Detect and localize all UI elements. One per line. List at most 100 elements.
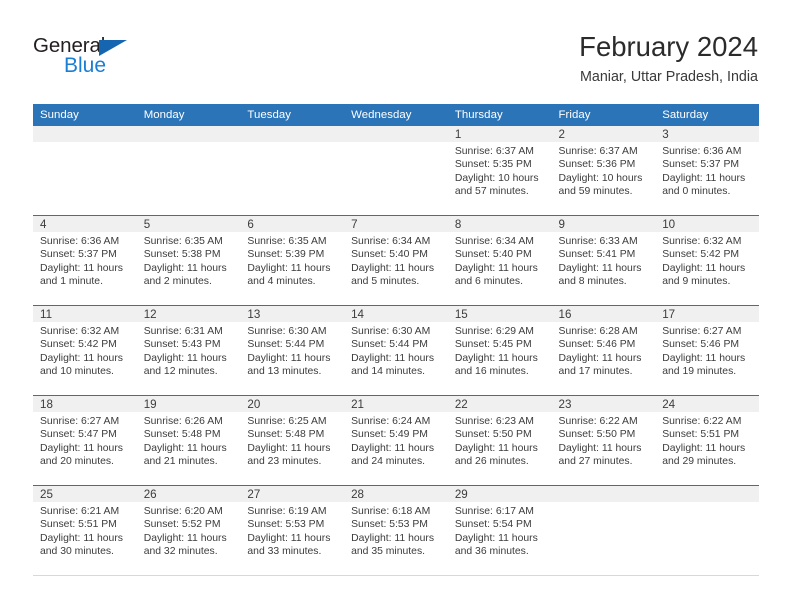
brand-logo[interactable]: General Blue — [33, 35, 213, 86]
calendar-day-cell[interactable]: 2 Sunrise: 6:37 AM Sunset: 5:36 PM Daylight… — [551, 126, 656, 216]
sunrise-time: Sunrise: 6:34 AM — [454, 236, 534, 247]
day-cell-details: Sunrise: 6:30 AM Sunset: 5:44 PM Daylight:… — [240, 322, 344, 378]
calendar-day-cell[interactable]: 3 Sunrise: 6:36 AM Sunset: 5:37 PM Daylight… — [655, 126, 759, 216]
day-cell-details: Sunrise: 6:29 AM Sunset: 5:45 PM Daylight:… — [448, 322, 552, 378]
day-cell-details: Sunrise: 6:24 AM Sunset: 5:49 PM Daylight:… — [344, 412, 448, 468]
sunrise-time: Sunrise: 6:22 AM — [662, 416, 742, 427]
day-number: 20 — [240, 396, 345, 412]
day-number: 8 — [447, 216, 552, 232]
calendar-day-cell[interactable]: 29 Sunrise: 6:17 AM Sunset: 5:54 PM Dayligh… — [447, 485, 552, 576]
calendar-day-cell[interactable]: 6 Sunrise: 6:35 AM Sunset: 5:39 PM Daylight… — [240, 215, 345, 306]
day-cell-inner — [136, 126, 241, 215]
sunrise-time: Sunrise: 6:32 AM — [40, 326, 120, 337]
calendar-day-cell[interactable]: 21 Sunrise: 6:24 AM Sunset: 5:49 PM Dayligh… — [344, 395, 448, 486]
sunrise-time: Sunrise: 6:31 AM — [143, 326, 223, 337]
calendar-day-cell[interactable]: 24 Sunrise: 6:22 AM Sunset: 5:51 PM Dayligh… — [655, 395, 759, 486]
day-number — [33, 126, 137, 142]
calendar-day-cell[interactable]: 23 Sunrise: 6:22 AM Sunset: 5:50 PM Dayligh… — [551, 395, 656, 486]
sunset-time: Sunset: 5:42 PM — [662, 249, 740, 261]
calendar-day-cell[interactable]: 1 Sunrise: 6:37 AM Sunset: 5:35 PM Daylight… — [447, 126, 552, 216]
sunset-time: Sunset: 5:41 PM — [558, 249, 636, 261]
calendar-day-cell[interactable]: 9 Sunrise: 6:33 AM Sunset: 5:41 PM Daylight… — [551, 215, 656, 306]
sunset-time: Sunset: 5:53 PM — [351, 519, 428, 531]
calendar-day-cell[interactable]: 4 Sunrise: 6:36 AM Sunset: 5:37 PM Daylight… — [33, 215, 137, 306]
daylight-duration-cont: and 2 minutes. — [143, 275, 212, 287]
day-cell-details: Sunrise: 6:35 AM Sunset: 5:38 PM Daylight:… — [137, 232, 241, 288]
calendar-day-cell[interactable]: 16 Sunrise: 6:28 AM Sunset: 5:46 PM Dayligh… — [551, 305, 656, 396]
sunrise-time: Sunrise: 6:18 AM — [351, 506, 431, 517]
daylight-duration: Daylight: 11 hours — [454, 532, 538, 544]
daylight-duration: Daylight: 11 hours — [558, 442, 642, 454]
sunset-time: Sunset: 5:44 PM — [351, 339, 428, 351]
calendar-day-cell[interactable]: 26 Sunrise: 6:20 AM Sunset: 5:52 PM Dayligh… — [136, 485, 241, 576]
day-cell-details — [344, 142, 448, 145]
day-cell-details: Sunrise: 6:18 AM Sunset: 5:53 PM Daylight:… — [344, 502, 448, 558]
calendar-day-cell[interactable]: 11 Sunrise: 6:32 AM Sunset: 5:42 PM Dayligh… — [33, 305, 137, 396]
calendar-day-cell[interactable]: 19 Sunrise: 6:26 AM Sunset: 5:48 PM Dayligh… — [136, 395, 241, 486]
day-cell-inner: 22 Sunrise: 6:23 AM Sunset: 5:50 PM Dayligh… — [447, 396, 552, 485]
calendar-day-cell[interactable]: 12 Sunrise: 6:31 AM Sunset: 5:43 PM Dayligh… — [136, 305, 241, 396]
day-cell-inner: 5 Sunrise: 6:35 AM Sunset: 5:38 PM Daylight… — [136, 216, 241, 305]
sunrise-time: Sunrise: 6:35 AM — [143, 236, 223, 247]
day-number: 22 — [447, 396, 552, 412]
daylight-duration-cont: and 19 minutes. — [662, 365, 737, 377]
day-number — [344, 126, 448, 142]
sunset-time: Sunset: 5:51 PM — [662, 429, 740, 441]
daylight-duration: Daylight: 11 hours — [558, 352, 642, 364]
calendar-day-cell[interactable]: 5 Sunrise: 6:35 AM Sunset: 5:38 PM Daylight… — [136, 215, 241, 306]
calendar-day-cell[interactable]: 8 Sunrise: 6:34 AM Sunset: 5:40 PM Daylight… — [447, 215, 552, 306]
sunrise-time: Sunrise: 6:22 AM — [558, 416, 638, 427]
day-number — [136, 126, 241, 142]
daylight-duration-cont: and 0 minutes. — [662, 185, 731, 197]
sunrise-time: Sunrise: 6:17 AM — [454, 506, 534, 517]
calendar-day-cell[interactable]: 7 Sunrise: 6:34 AM Sunset: 5:40 PM Daylight… — [344, 215, 448, 306]
day-cell-inner: 15 Sunrise: 6:29 AM Sunset: 5:45 PM Dayligh… — [447, 306, 552, 395]
sunset-time: Sunset: 5:43 PM — [143, 339, 221, 351]
sunrise-time: Sunrise: 6:32 AM — [662, 236, 742, 247]
day-cell-inner — [551, 486, 656, 575]
daylight-duration: Daylight: 11 hours — [558, 262, 642, 274]
calendar-day-cell-empty — [136, 126, 241, 216]
day-cell-details: Sunrise: 6:20 AM Sunset: 5:52 PM Daylight:… — [137, 502, 241, 558]
day-number: 5 — [136, 216, 241, 232]
calendar-week-row: 4 Sunrise: 6:36 AM Sunset: 5:37 PM Daylight… — [33, 215, 759, 306]
calendar-day-cell[interactable]: 13 Sunrise: 6:30 AM Sunset: 5:44 PM Dayligh… — [240, 305, 345, 396]
daylight-duration: Daylight: 11 hours — [662, 172, 746, 184]
day-number: 23 — [551, 396, 656, 412]
calendar-day-cell[interactable]: 18 Sunrise: 6:27 AM Sunset: 5:47 PM Dayligh… — [33, 395, 137, 486]
day-number: 16 — [551, 306, 656, 322]
day-cell-inner — [344, 126, 448, 215]
sunrise-time: Sunrise: 6:37 AM — [558, 146, 638, 157]
weekday-header-wednesday: Wednesday — [344, 104, 448, 126]
day-cell-inner: 3 Sunrise: 6:36 AM Sunset: 5:37 PM Daylight… — [655, 126, 759, 215]
day-cell-inner — [33, 126, 137, 215]
daylight-duration: Daylight: 10 hours — [558, 172, 643, 184]
sunset-time: Sunset: 5:42 PM — [40, 339, 117, 351]
day-cell-inner: 11 Sunrise: 6:32 AM Sunset: 5:42 PM Dayligh… — [33, 306, 137, 395]
day-cell-details: Sunrise: 6:30 AM Sunset: 5:44 PM Daylight:… — [344, 322, 448, 378]
sunset-time: Sunset: 5:35 PM — [454, 159, 532, 171]
weekday-header-thursday: Thursday — [447, 104, 552, 126]
sunset-time: Sunset: 5:52 PM — [143, 519, 221, 531]
sunrise-time: Sunrise: 6:20 AM — [143, 506, 223, 517]
calendar-day-cell[interactable]: 17 Sunrise: 6:27 AM Sunset: 5:46 PM Dayligh… — [655, 305, 759, 396]
calendar-day-cell[interactable]: 27 Sunrise: 6:19 AM Sunset: 5:53 PM Dayligh… — [240, 485, 345, 576]
calendar-day-cell[interactable]: 14 Sunrise: 6:30 AM Sunset: 5:44 PM Dayligh… — [344, 305, 448, 396]
calendar-day-cell[interactable]: 20 Sunrise: 6:25 AM Sunset: 5:48 PM Dayligh… — [240, 395, 345, 486]
day-number: 15 — [447, 306, 552, 322]
calendar-week-row: 1 Sunrise: 6:37 AM Sunset: 5:35 PM Daylight… — [33, 126, 759, 216]
calendar-day-cell[interactable]: 15 Sunrise: 6:29 AM Sunset: 5:45 PM Dayligh… — [447, 305, 552, 396]
daylight-duration-cont: and 20 minutes. — [40, 455, 114, 467]
day-number: 29 — [447, 486, 552, 502]
day-cell-details: Sunrise: 6:34 AM Sunset: 5:40 PM Daylight:… — [344, 232, 448, 288]
calendar-day-cell[interactable]: 25 Sunrise: 6:21 AM Sunset: 5:51 PM Dayligh… — [33, 485, 137, 576]
calendar-week-row: 25 Sunrise: 6:21 AM Sunset: 5:51 PM Dayligh… — [33, 485, 759, 576]
daylight-duration: Daylight: 11 hours — [454, 442, 538, 454]
calendar-day-cell[interactable]: 22 Sunrise: 6:23 AM Sunset: 5:50 PM Dayligh… — [447, 395, 552, 486]
day-number: 9 — [551, 216, 656, 232]
day-cell-inner: 9 Sunrise: 6:33 AM Sunset: 5:41 PM Daylight… — [551, 216, 656, 305]
daylight-duration-cont: and 59 minutes. — [558, 185, 633, 197]
day-number: 2 — [551, 126, 656, 142]
calendar-day-cell[interactable]: 10 Sunrise: 6:32 AM Sunset: 5:42 PM Dayligh… — [655, 215, 759, 306]
calendar-day-cell[interactable]: 28 Sunrise: 6:18 AM Sunset: 5:53 PM Dayligh… — [344, 485, 448, 576]
